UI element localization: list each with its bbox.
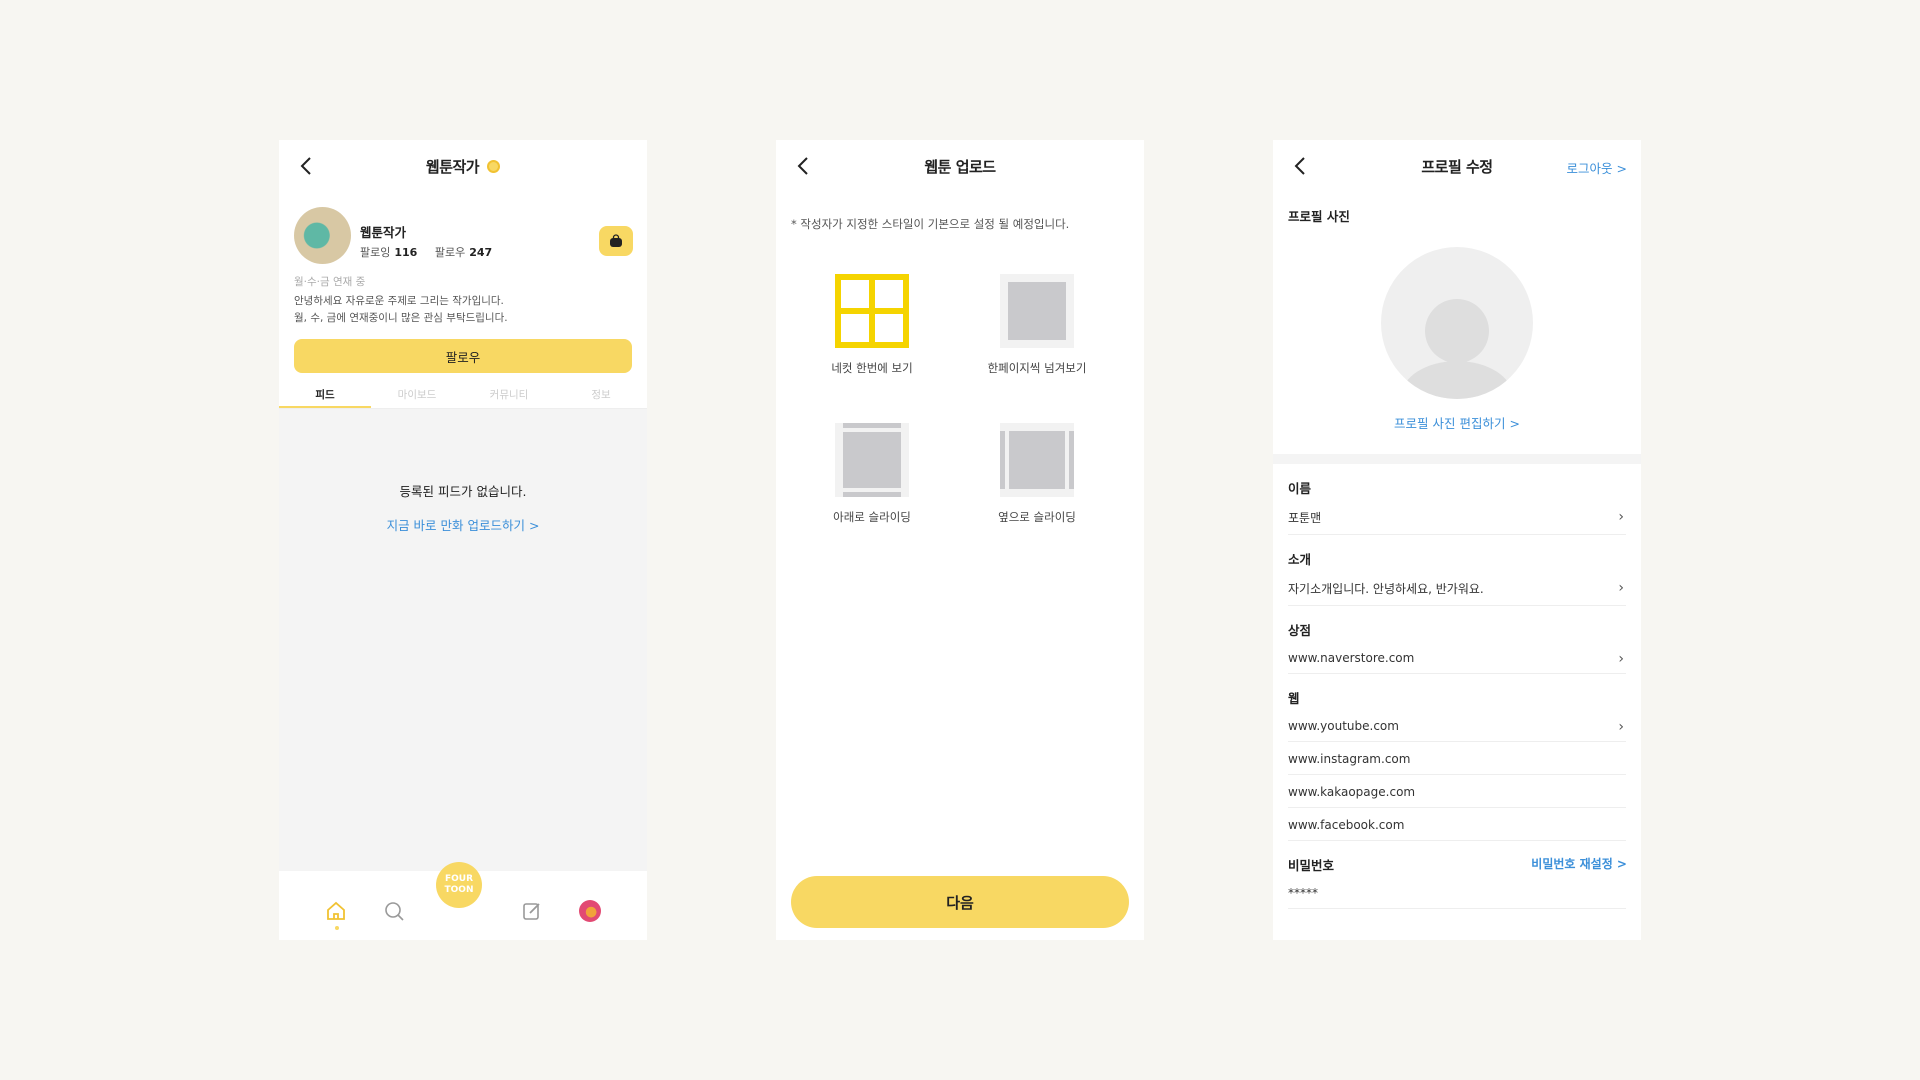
view-option-four-cut[interactable]: 네컷 한번에 보기 [797, 274, 947, 376]
shop-bag-button[interactable] [599, 226, 633, 256]
web-row[interactable]: www.instagram.com [1288, 742, 1626, 775]
name-value: 포툰맨 [1288, 511, 1322, 525]
tab-info[interactable]: 정보 [555, 387, 647, 408]
bottom-navigation: FOUR TOON [279, 862, 647, 940]
follower-label: 팔로우 [434, 246, 466, 259]
logout-link[interactable]: 로그아웃 > [1567, 158, 1627, 177]
artist-intro: 안녕하세요 자유로운 주제로 그리는 작가입니다. 월, 수, 금에 연재중이니… [279, 293, 647, 327]
edit-photo-link[interactable]: 프로필 사진 편집하기 > [1273, 413, 1641, 432]
intro-line: 안녕하세요 자유로운 주제로 그리는 작가입니다. [294, 295, 504, 307]
option-label: 한페이지씩 넘겨보기 [987, 361, 1087, 375]
view-option-page-flip[interactable]: 한페이지씩 넘겨보기 [962, 274, 1112, 376]
web-value: www.facebook.com [1288, 818, 1405, 832]
back-arrow-icon[interactable] [295, 154, 319, 178]
chevron-right-icon: › [1618, 651, 1624, 667]
option-label: 아래로 슬라이딩 [833, 510, 911, 524]
option-label: 네컷 한번에 보기 [831, 361, 913, 375]
following-label: 팔로잉 [360, 246, 391, 259]
intro-value: 자기소개입니다. 안녕하세요, 반가워요. [1288, 582, 1484, 596]
feed-area: 등록된 피드가 없습니다. 지금 바로 만화 업로드하기 > [279, 409, 647, 871]
webtoon-upload-screen: 웹툰 업로드 * 작성자가 지정한 스타일이 기본으로 설정 될 예정입니다. … [776, 140, 1144, 940]
next-button[interactable]: 다음 [791, 876, 1129, 928]
view-option-vertical-slide[interactable]: 아래로 슬라이딩 [797, 423, 947, 525]
single-page-icon [1000, 274, 1074, 348]
fourtoon-logo-button[interactable]: FOUR TOON [436, 862, 482, 908]
back-arrow-icon[interactable] [792, 154, 816, 178]
password-label-row: 비밀번호 비밀번호 재설정 > [1273, 841, 1641, 876]
avatar[interactable] [294, 207, 351, 264]
web-value: www.instagram.com [1288, 752, 1411, 766]
password-label: 비밀번호 [1288, 858, 1335, 873]
edit-icon[interactable] [521, 900, 543, 922]
follow-stats: 팔로잉 116 팔로우 247 [360, 244, 506, 260]
back-arrow-icon[interactable] [1289, 154, 1313, 178]
web-row[interactable]: www.facebook.com [1288, 808, 1626, 841]
tab-myboard[interactable]: 마이보드 [371, 387, 463, 408]
horizontal-slide-icon [1000, 423, 1074, 497]
password-reset-link[interactable]: 비밀번호 재설정 > [1531, 855, 1627, 872]
following-count[interactable]: 116 [394, 246, 417, 259]
name-row[interactable]: 포툰맨 › [1288, 499, 1626, 535]
option-label: 옆으로 슬라이딩 [998, 510, 1076, 524]
empty-feed-message: 등록된 피드가 없습니다. [399, 484, 527, 499]
chevron-right-icon: › [1618, 580, 1624, 596]
header: 웹툰작가 [279, 140, 647, 192]
web-value: www.kakaopage.com [1288, 785, 1416, 799]
shop-label: 상점 [1288, 623, 1312, 638]
web-value: www.youtube.com [1288, 719, 1399, 733]
page-title: 웹툰작가 [425, 156, 501, 177]
coin-icon [487, 159, 501, 173]
tab-community[interactable]: 커뮤니티 [463, 387, 555, 408]
section-divider [1273, 454, 1641, 464]
web-label: 웹 [1288, 691, 1300, 706]
follower-count[interactable]: 247 [469, 246, 492, 259]
web-row[interactable]: www.youtube.com › [1288, 709, 1626, 742]
tab-feed[interactable]: 피드 [279, 387, 371, 408]
page-title: 프로필 수정 [1421, 157, 1493, 176]
my-profile-avatar[interactable] [579, 900, 601, 922]
vertical-slide-icon [835, 423, 909, 497]
profile-tabs: 피드 마이보드 커뮤니티 정보 [279, 387, 647, 409]
shop-value: www.naverstore.com [1288, 651, 1415, 665]
photo-section-label: 프로필 사진 [1288, 209, 1350, 224]
active-indicator [335, 926, 339, 930]
web-row[interactable]: www.kakaopage.com [1288, 775, 1626, 808]
shopping-bag-icon [610, 234, 622, 247]
intro-label: 소개 [1288, 552, 1312, 567]
header: 웹툰 업로드 [776, 140, 1144, 192]
chevron-right-icon: › [1618, 509, 1624, 525]
profile-card: 웹툰작가 팔로잉 116 팔로우 247 [279, 192, 647, 272]
follow-button[interactable]: 팔로우 [294, 339, 632, 373]
password-value: ***** [1288, 886, 1318, 900]
artist-profile-screen: 웹툰작가 웹툰작가 팔로잉 116 팔로우 247 월·수·금 연재 중 안녕하세요… [279, 140, 647, 940]
password-row[interactable]: ***** [1288, 876, 1626, 909]
chevron-right-icon: › [1618, 719, 1624, 735]
profile-photo-placeholder[interactable] [1381, 247, 1533, 399]
home-icon[interactable] [325, 900, 347, 922]
page-title: 웹툰 업로드 [924, 157, 996, 176]
serialization-status: 월·수·금 연재 중 [294, 276, 366, 288]
style-note: * 작성자가 지정한 스타일이 기본으로 설정 될 예정입니다. [791, 217, 1070, 231]
upload-comic-link[interactable]: 지금 바로 만화 업로드하기 > [279, 515, 647, 534]
header: 프로필 수정 로그아웃 > [1273, 140, 1641, 192]
intro-row[interactable]: 자기소개입니다. 안녕하세요, 반가워요. › [1288, 570, 1626, 606]
shop-row[interactable]: www.naverstore.com › [1288, 641, 1626, 674]
artist-name: 웹툰작가 [360, 225, 407, 240]
four-grid-icon [835, 274, 909, 348]
search-icon[interactable] [383, 900, 405, 922]
name-label: 이름 [1288, 481, 1312, 496]
profile-edit-screen: 프로필 수정 로그아웃 > 프로필 사진 프로필 사진 편집하기 > 이름 포툰… [1273, 140, 1641, 940]
intro-line: 월, 수, 금에 연재중이니 많은 관심 부탁드립니다. [294, 312, 508, 324]
page-title-text: 웹툰작가 [425, 157, 480, 176]
user-silhouette-icon [1401, 299, 1513, 399]
view-option-horizontal-slide[interactable]: 옆으로 슬라이딩 [962, 423, 1112, 525]
